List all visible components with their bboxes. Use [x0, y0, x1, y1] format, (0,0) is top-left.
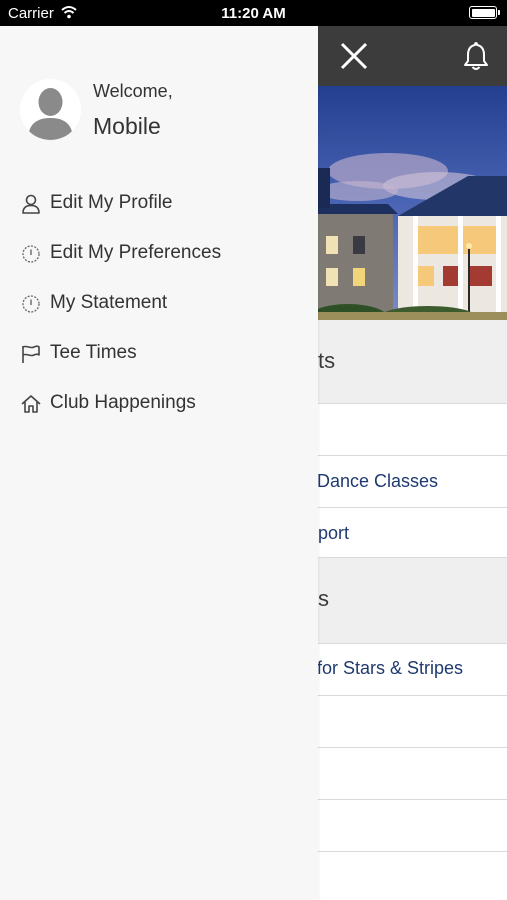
home-icon [21, 395, 41, 413]
menu-item-tee-times[interactable]: Tee Times [20, 335, 300, 371]
list-item-text: port [318, 523, 350, 543]
menu-item-edit-preferences[interactable]: Edit My Preferences [20, 235, 300, 271]
menu-item-label: Tee Times [50, 342, 137, 363]
close-icon[interactable] [338, 40, 370, 72]
section-header-text: s [318, 586, 329, 611]
list-item[interactable] [318, 800, 507, 852]
menu-item-label: Club Happenings [50, 392, 196, 413]
user-icon [22, 194, 40, 214]
section-header: s [318, 558, 507, 644]
flag-icon [22, 345, 40, 363]
list-item[interactable] [318, 404, 507, 456]
list-item[interactable] [318, 696, 507, 748]
clubhouse-photo [318, 86, 507, 320]
list-item[interactable]: port [318, 508, 507, 558]
list-item[interactable]: Dance Classes [318, 456, 507, 508]
list-item-text: Dance Classes [318, 471, 439, 491]
avatar[interactable] [20, 79, 81, 140]
status-bar: Carrier 11:20 AM [0, 0, 507, 26]
status-time: 11:20 AM [221, 5, 286, 22]
welcome-label: Welcome, [93, 81, 173, 101]
main-content: ts Dance Classes port s for Stars & Stri… [318, 26, 507, 900]
avatar-placeholder-icon [20, 79, 81, 140]
clock-icon [22, 295, 40, 313]
menu-item-edit-profile[interactable]: Edit My Profile [20, 185, 300, 221]
battery-icon [469, 6, 500, 19]
clock-icon [22, 245, 40, 263]
app-toolbar [318, 26, 507, 86]
list-item[interactable]: for Stars & Stripes [318, 644, 507, 696]
bell-icon[interactable] [461, 40, 491, 72]
list-item-text: for Stars & Stripes [318, 658, 464, 678]
menu-item-label: My Statement [50, 292, 168, 313]
menu-item-my-statement[interactable]: My Statement [20, 285, 300, 321]
section-header-text: ts [318, 348, 336, 373]
menu-item-club-happenings[interactable]: Club Happenings [20, 385, 300, 421]
list-item[interactable] [318, 748, 507, 800]
menu-item-label: Edit My Profile [50, 192, 173, 213]
hero-image [318, 86, 507, 320]
menu-item-label: Edit My Preferences [50, 242, 222, 263]
side-drawer: Welcome, Mobile Edit My Profile Edit My … [0, 26, 318, 900]
user-name: Mobile [93, 113, 161, 139]
section-header: ts [318, 320, 507, 404]
